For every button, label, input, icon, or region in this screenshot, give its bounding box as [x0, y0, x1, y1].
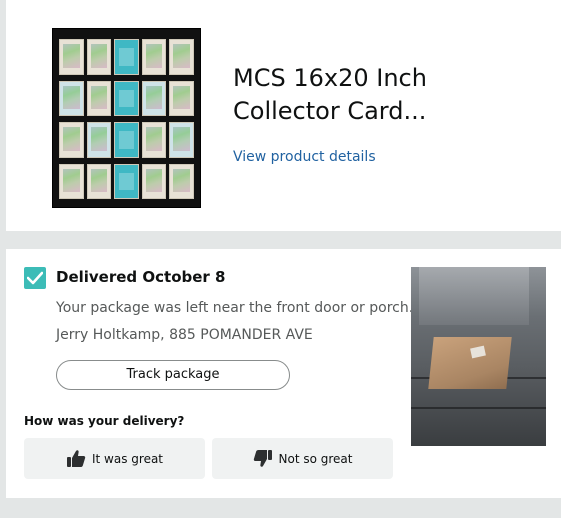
product-image-grid [59, 39, 194, 199]
delivery-address: Jerry Holtkamp, 885 POMANDER AVE [56, 327, 313, 343]
delivery-message: Your package was left near the front doo… [56, 300, 414, 316]
thumbs-up-icon [66, 449, 86, 468]
thumbs-down-icon [253, 449, 273, 468]
package-box [428, 337, 512, 389]
product-image[interactable] [53, 29, 200, 207]
check-icon [24, 267, 46, 289]
feedback-question: How was your delivery? [24, 414, 185, 428]
delivery-status: Delivered October 8 [56, 268, 226, 286]
view-product-details-link[interactable]: View product details [233, 149, 376, 165]
delivery-card: Delivered October 8 Your package was lef… [6, 249, 561, 498]
feedback-not-great-label: Not so great [278, 451, 353, 466]
feedback-great-label: It was great [91, 451, 164, 466]
track-package-button[interactable]: Track package [56, 360, 290, 390]
feedback-great-button[interactable]: It was great [24, 438, 205, 479]
delivery-photo[interactable] [411, 267, 546, 446]
product-title[interactable]: MCS 16x20 Inch Collector Card... [233, 62, 533, 128]
product-card: MCS 16x20 Inch Collector Card... View pr… [6, 0, 561, 231]
feedback-not-great-button[interactable]: Not so great [212, 438, 393, 479]
